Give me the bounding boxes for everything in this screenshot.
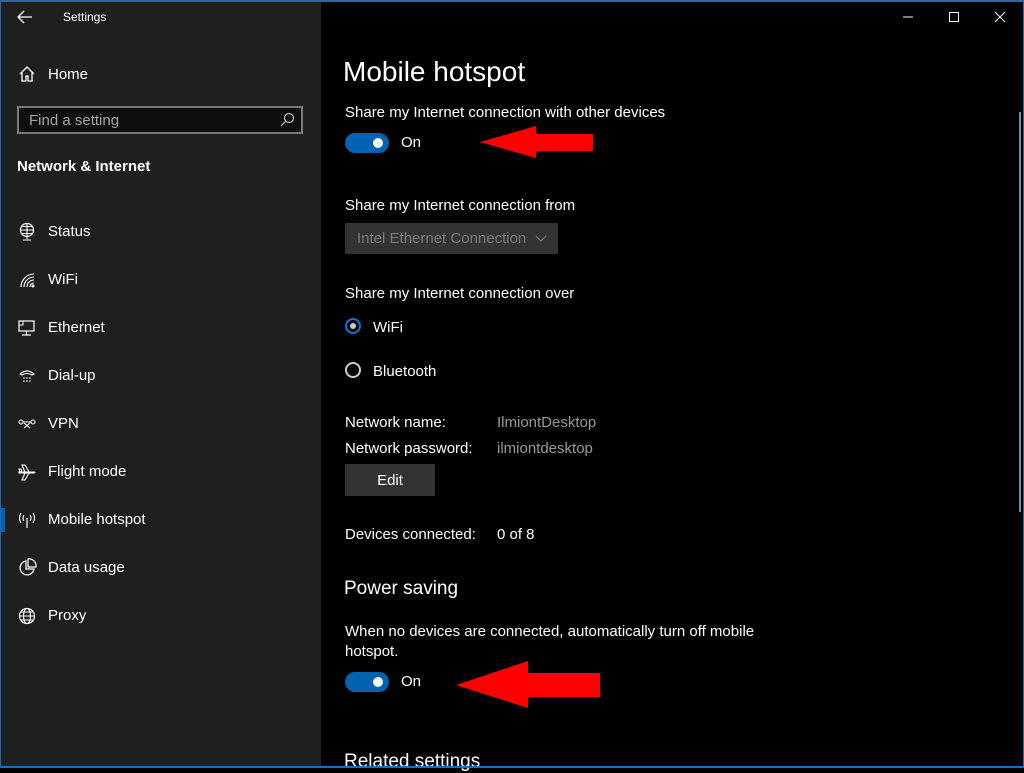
close-button[interactable] [977, 0, 1023, 34]
dial-up-phone-icon [19, 370, 35, 382]
share-over-wifi-radio[interactable] [345, 318, 361, 334]
sidebar-item-dial-up[interactable]: Dial-up [0, 352, 321, 400]
sidebar-item-ethernet[interactable]: Ethernet [0, 304, 321, 352]
sidebar-item-label: Status [48, 223, 91, 240]
share-over-bluetooth-radio[interactable] [345, 362, 361, 378]
share-connection-toggle[interactable] [345, 133, 389, 153]
sidebar-item-label: VPN [48, 415, 79, 432]
power-saving-toggle-state: On [401, 673, 422, 690]
sidebar-item-label: Mobile hotspot [48, 511, 146, 528]
related-settings-heading: Related settings [344, 751, 481, 772]
section-title: Network & Internet [17, 158, 151, 175]
hotspot-icon [18, 512, 36, 528]
back-arrow-icon [17, 10, 32, 24]
maximize-button[interactable] [931, 0, 977, 34]
network-name-value: IlmiontDesktop [497, 414, 597, 431]
sidebar-item-label: WiFi [48, 271, 78, 288]
network-password-label: Network password: [345, 440, 473, 457]
page-title: Mobile hotspot [343, 56, 526, 87]
close-icon [994, 11, 1006, 23]
toggle-knob [373, 138, 383, 148]
pie-chart-icon [19, 558, 37, 576]
power-saving-toggle[interactable] [345, 672, 389, 692]
sidebar-item-vpn[interactable]: VPN [0, 400, 321, 448]
home-icon [19, 66, 35, 82]
home-label: Home [48, 65, 89, 83]
share-from-dropdown[interactable]: Intel Ethernet Connection [345, 223, 558, 254]
power-saving-heading: Power saving [344, 578, 459, 599]
devices-connected-value: 0 of 8 [497, 526, 535, 543]
sidebar-item-label: Ethernet [48, 319, 105, 336]
sidebar-item-flight-mode[interactable]: Flight mode [0, 448, 321, 496]
sidebar: Settings Home Network & Internet Status … [0, 0, 321, 768]
status-globe-monitor-icon [19, 222, 35, 241]
search-icon[interactable] [279, 112, 295, 128]
search-input[interactable] [19, 108, 289, 132]
power-saving-description-line1: When no devices are connected, automatic… [345, 623, 755, 640]
toggle-knob [373, 677, 383, 687]
sidebar-item-data-usage[interactable]: Data usage [0, 544, 321, 592]
devices-connected-label: Devices connected: [345, 526, 476, 543]
chevron-down-icon [535, 235, 547, 242]
sidebar-home[interactable]: Home [17, 62, 88, 86]
share-connection-toggle-state: On [401, 134, 422, 151]
share-connection-label: Share my Internet connection with other … [345, 104, 666, 121]
share-over-label: Share my Internet connection over [345, 285, 575, 302]
share-over-bluetooth-label: Bluetooth [373, 363, 437, 380]
network-name-label: Network name: [345, 414, 446, 431]
sidebar-item-proxy[interactable]: Proxy [0, 592, 321, 640]
minimize-icon [903, 16, 913, 18]
network-password-value: ilmiontdesktop [497, 440, 593, 457]
back-button[interactable] [14, 6, 36, 28]
scrollbar-thumb[interactable] [1019, 112, 1021, 512]
power-saving-description-line2: hotspot. [345, 643, 399, 660]
edit-button[interactable]: Edit [345, 464, 435, 496]
ethernet-icon [18, 320, 35, 336]
share-over-wifi-label: WiFi [373, 319, 403, 336]
globe-icon [18, 607, 36, 625]
share-from-label: Share my Internet connection from [345, 197, 576, 214]
sidebar-item-label: Data usage [48, 559, 125, 576]
vpn-icon [18, 419, 36, 429]
window-title: Settings [63, 10, 107, 24]
share-from-value: Intel Ethernet Connection [357, 230, 527, 247]
maximize-icon [949, 12, 959, 22]
sidebar-item-wifi[interactable]: WiFi [0, 256, 321, 304]
sidebar-item-status[interactable]: Status [0, 208, 321, 256]
search-box[interactable] [17, 106, 303, 134]
sidebar-item-label: Dial-up [48, 367, 96, 384]
sidebar-nav: Status WiFi Ethernet Dial-up VPN Flight … [0, 208, 321, 640]
sidebar-item-label: Proxy [48, 607, 87, 624]
wifi-icon [20, 273, 35, 288]
sidebar-item-mobile-hotspot[interactable]: Mobile hotspot [0, 496, 321, 544]
minimize-button[interactable] [885, 0, 931, 34]
airplane-icon [18, 464, 36, 481]
sidebar-item-label: Flight mode [48, 463, 127, 480]
